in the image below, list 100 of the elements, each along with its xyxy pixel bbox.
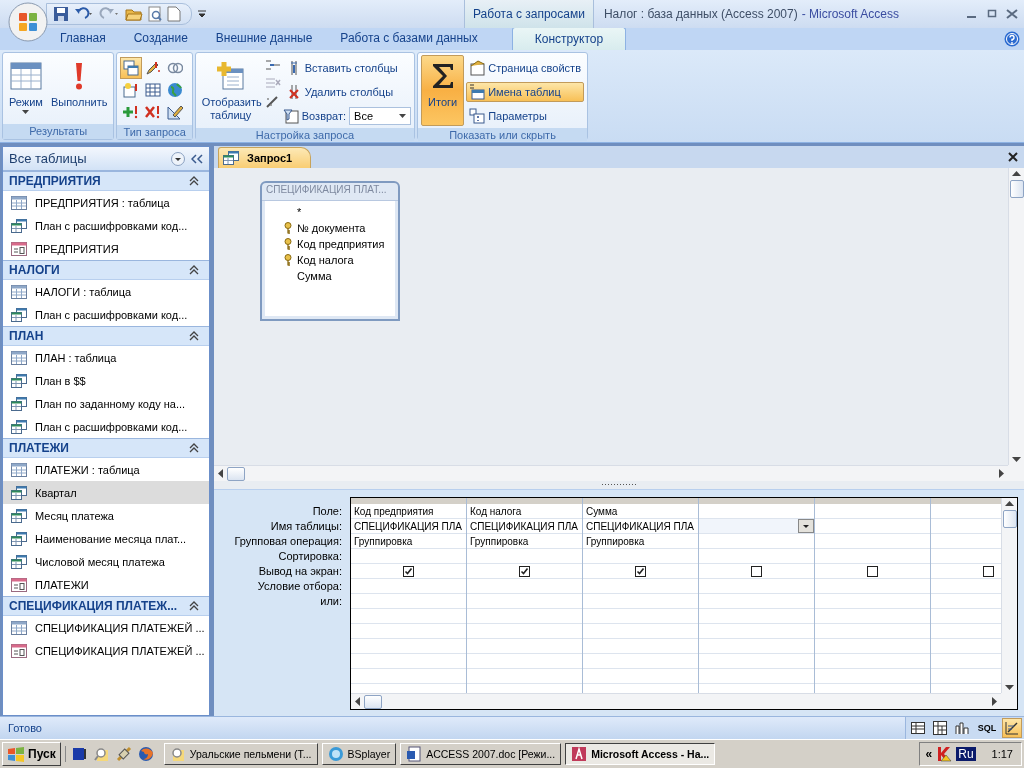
grid-cell[interactable]: СПЕЦИФИКАЦИЯ ПЛА	[470, 520, 578, 532]
collapse-chevron-icon[interactable]	[189, 331, 199, 341]
browser-icon[interactable]	[137, 746, 154, 762]
antivirus-icon[interactable]	[936, 746, 953, 762]
start-button[interactable]: Пуск	[2, 742, 61, 766]
nav-item[interactable]: ПРЕДПРИЯТИЯ	[3, 237, 209, 260]
ribbon-button[interactable]: Удалить столбцы	[282, 82, 412, 102]
nav-item[interactable]: НАЛОГИ : таблица	[3, 280, 209, 303]
print-preview-icon[interactable]	[147, 6, 163, 22]
nav-item[interactable]: ПЛАТЕЖИ	[3, 573, 209, 596]
nav-item[interactable]: План в $$	[3, 369, 209, 392]
grid-cell[interactable]: СПЕЦИФИКАЦИЯ ПЛА	[354, 520, 462, 532]
nav-item[interactable]: План с расшифровками код...	[3, 303, 209, 326]
nav-item[interactable]: ПРЕДПРИЯТИЯ : таблица	[3, 191, 209, 214]
splitter-grip-icon[interactable]	[602, 483, 636, 486]
field-name[interactable]: Код налога	[297, 254, 354, 266]
ribbon-button[interactable]: Страница свойств	[466, 58, 584, 78]
collapse-chevron-icon[interactable]	[189, 176, 199, 186]
checkbox-icon[interactable]	[867, 565, 878, 577]
ribbon-tab[interactable]: Работа с базами данных	[326, 31, 492, 50]
new-document-icon[interactable]	[167, 6, 181, 22]
collapse-chevron-icon[interactable]	[189, 443, 199, 453]
checkbox-icon[interactable]	[983, 565, 994, 577]
nav-item[interactable]: Числовой месяц платежа	[3, 550, 209, 573]
grid-cell[interactable]: Сумма	[586, 505, 618, 517]
group-header[interactable]: ПЛАН	[9, 329, 44, 343]
scroll-thumb[interactable]	[1009, 180, 1024, 198]
design-view-icon[interactable]	[1002, 718, 1022, 738]
language-indicator[interactable]: Ru	[956, 747, 976, 761]
nav-item[interactable]: Месяц платежа	[3, 504, 209, 527]
ribbon-tab[interactable]: Главная	[46, 31, 120, 50]
nav-item[interactable]: Наименование месяца плат...	[3, 527, 209, 550]
ribbon-button[interactable]: Выполнить	[47, 55, 111, 122]
help-icon[interactable]	[1004, 31, 1020, 47]
totals-button[interactable]: Итоги	[421, 55, 465, 126]
undo-icon[interactable]	[73, 6, 95, 22]
grid-cell[interactable]: СПЕЦИФИКАЦИЯ ПЛА	[586, 520, 694, 532]
folder-icon[interactable]	[125, 6, 143, 22]
scroll-thumb[interactable]	[227, 466, 245, 481]
pivot-table-icon[interactable]	[930, 718, 950, 738]
row-label: Имя таблицы:	[269, 519, 343, 534]
scroll-thumb[interactable]	[1002, 510, 1017, 528]
grid-cell[interactable]: Код налога	[470, 505, 522, 517]
ribbon-button[interactable]: Параметры	[466, 106, 584, 126]
dropdown-caret-icon	[399, 114, 407, 118]
maximize-icon[interactable]	[986, 9, 998, 19]
desktop-icon[interactable]	[71, 746, 88, 762]
taskbar-button[interactable]: BSplayer	[321, 743, 397, 765]
magnifier-icon[interactable]	[93, 746, 110, 762]
ribbon-button[interactable]: Отобразить таблицу	[198, 55, 263, 126]
horizontal-scrollbar[interactable]	[214, 465, 1008, 481]
show-hidden-icons-button[interactable]: «	[925, 747, 933, 761]
sql-view-button[interactable]: SQL	[974, 718, 1000, 738]
vertical-scrollbar[interactable]	[1008, 168, 1024, 465]
horizontal-scrollbar[interactable]	[351, 693, 1001, 709]
ribbon-tab[interactable]: Создание	[119, 31, 202, 50]
field-list-window[interactable]: СПЕЦИФИКАЦИЯ ПЛАТ... * № документа Код предприятия Код налога Сумма	[260, 181, 400, 321]
group-header[interactable]: НАЛОГИ	[9, 263, 60, 277]
checkbox-icon[interactable]	[751, 565, 762, 577]
taskbar-button[interactable]: ACCESS 2007.doc [Режи...	[400, 743, 562, 765]
close-icon[interactable]	[1008, 152, 1018, 162]
ribbon-tab[interactable]: Внешние данные	[201, 31, 327, 50]
field-name[interactable]: № документа	[297, 222, 366, 234]
nav-item[interactable]: План с расшифровками код...	[3, 214, 209, 237]
query-icon	[11, 307, 27, 322]
nav-item[interactable]: СПЕЦИФИКАЦИЯ ПЛАТЕЖЕЙ ...	[3, 639, 209, 662]
customize-toolbar-icon[interactable]	[198, 10, 206, 18]
checked-checkbox-icon[interactable]	[403, 565, 414, 577]
checked-checkbox-icon[interactable]	[519, 565, 530, 577]
vertical-scrollbar[interactable]	[1001, 498, 1017, 693]
collapse-pane-icon[interactable]	[191, 153, 203, 164]
return-dropdown[interactable]: Все	[349, 107, 412, 125]
nav-item[interactable]: ПЛАН : таблица	[3, 346, 209, 369]
field-name[interactable]: Сумма	[297, 270, 332, 282]
checked-checkbox-icon[interactable]	[635, 565, 646, 577]
collapse-chevron-icon[interactable]	[189, 601, 199, 611]
ribbon-button[interactable]: Режим	[6, 55, 46, 122]
ribbon-button[interactable]: Вставить столбцы	[282, 58, 412, 78]
nav-item[interactable]: План по заданному коду на...	[3, 392, 209, 415]
taskbar-button[interactable]: Microsoft Access - На...	[565, 743, 716, 765]
scroll-thumb[interactable]	[364, 694, 382, 709]
grid-cell[interactable]: Группировка	[586, 535, 645, 547]
ribbon-button[interactable]: Имена таблиц	[466, 82, 584, 102]
nav-item[interactable]: ПЛАТЕЖИ : таблица	[3, 458, 209, 481]
field-name[interactable]: *	[297, 206, 302, 218]
grid-cell[interactable]: Код предприятия	[354, 505, 434, 517]
select-query-icon[interactable]	[120, 57, 143, 79]
nav-item[interactable]: СПЕЦИФИКАЦИЯ ПЛАТЕЖЕЙ ...	[3, 616, 209, 639]
ribbon-tab[interactable]: Конструктор	[511, 27, 627, 50]
dropdown-button-icon[interactable]	[798, 519, 814, 533]
field-name[interactable]: Код предприятия	[297, 238, 385, 250]
document-tab[interactable]: Запрос1	[218, 147, 312, 168]
dropdown-circle-icon[interactable]	[171, 151, 185, 166]
taskbar-button[interactable]: Уральские пельмени (Т...	[163, 743, 318, 765]
nav-item[interactable]: План с расшифровками код...	[3, 415, 209, 438]
grid-cell[interactable]: Группировка	[354, 535, 413, 547]
grid-cell[interactable]: Группировка	[470, 535, 529, 547]
collapse-chevron-icon[interactable]	[189, 265, 199, 275]
nav-item[interactable]: Квартал	[3, 481, 209, 504]
save-icon[interactable]	[53, 6, 69, 22]
